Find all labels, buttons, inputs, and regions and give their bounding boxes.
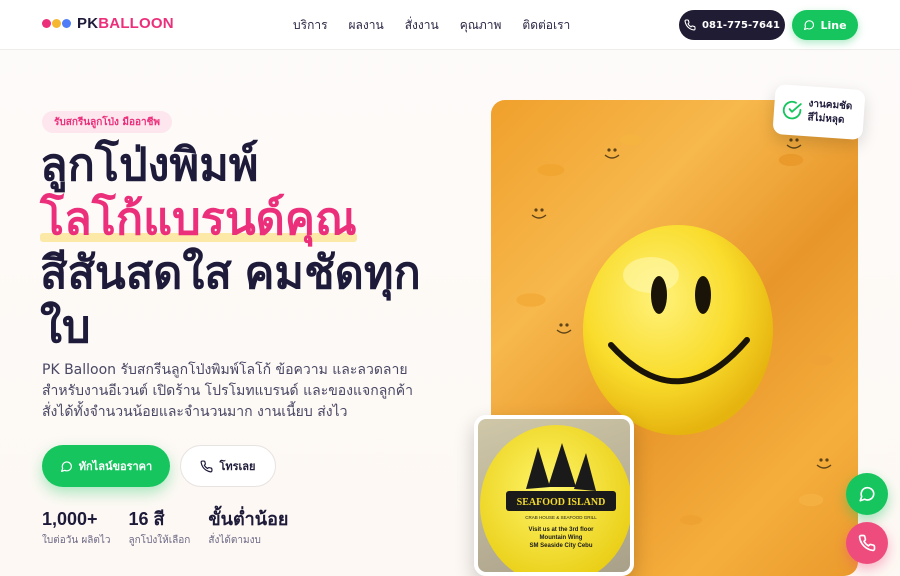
line-quote-button[interactable]: ทักไลน์ขอราคา [42, 445, 170, 487]
header-line-button[interactable]: Line [792, 10, 858, 40]
phone-icon [858, 534, 876, 552]
hero-badge: รับสกรีนลูกโป่ง มืออาชีพ [42, 111, 172, 133]
print-sub: CRAB HOUSE & SEAFOOD GRILL [525, 515, 597, 520]
chat-bubble-icon [804, 20, 815, 31]
nav-item-contact[interactable]: ติดต่อเรา [522, 16, 570, 35]
check-circle-icon [782, 100, 802, 120]
quality-badge-line1: งานคมชัด [808, 98, 853, 113]
header-phone-button[interactable]: 081-775-7641 [679, 10, 785, 40]
header-line-label: Line [820, 18, 847, 32]
quality-badge-line2: สีไม่หลุด [807, 112, 845, 126]
logo-balloons-icon [42, 19, 71, 28]
hero-title-line1: ลูกโป่งพิมพ์ [40, 139, 259, 190]
nav-item-services[interactable]: บริการ [293, 16, 328, 35]
stat-label: ลูกโป่งให้เลือก [128, 535, 191, 546]
print-brand: SEAFOOD ISLAND [517, 497, 606, 508]
chat-bubble-icon [859, 486, 875, 502]
line-quote-label: ทักไลน์ขอราคา [78, 460, 153, 473]
brand-name: PKBALLOON [77, 15, 174, 32]
print-line3: SM Seaside City Cebu [529, 543, 592, 549]
stat-number: 16 สี [128, 509, 165, 529]
hero-title: ลูกโป่งพิมพ์ โลโก้แบรนด์คุณ สีสันสดใส คม… [40, 138, 440, 354]
stats-row: 1,000+ ใบต่อวัน ผลิตไว 16 สี ลูกโป่งให้เ… [42, 507, 288, 548]
hero-title-line3: สีสันสดใส คมชัดทุกใบ [40, 247, 421, 352]
phone-icon [201, 459, 213, 472]
stat-item: 16 สี ลูกโป่งให้เลือก [129, 507, 191, 548]
print-line2: Mountain Wing [540, 535, 583, 541]
brand-logo[interactable]: PKBALLOON [42, 15, 174, 32]
site-header: PKBALLOON บริการ ผลงาน สั่งงาน คุณภาพ ติ… [0, 0, 900, 50]
nav-item-portfolio[interactable]: ผลงาน [349, 16, 384, 35]
stat-label: ใบต่อวัน ผลิตไว [42, 535, 111, 546]
main-nav: บริการ ผลงาน สั่งงาน คุณภาพ ติดต่อเรา [293, 16, 570, 35]
stat-number: 1,000+ [42, 509, 98, 529]
stat-item: ขั้นต่ำน้อย สั่งได้ตามงบ [208, 507, 288, 548]
phone-icon [684, 19, 696, 31]
call-now-label: โทรเลย [219, 460, 256, 473]
chat-bubble-icon [60, 460, 72, 472]
sample-print-photo: SEAFOOD ISLAND CRAB HOUSE & SEAFOOD GRIL… [474, 415, 634, 576]
hero-title-accent: โลโก้แบรนด์คุณ [40, 193, 357, 244]
stat-item: 1,000+ ใบต่อวัน ผลิตไว [42, 507, 111, 548]
stat-label: สั่งได้ตามงบ [208, 535, 261, 546]
nav-item-order[interactable]: สั่งงาน [405, 16, 439, 35]
printed-balloon-illustration: SEAFOOD ISLAND CRAB HOUSE & SEAFOOD GRIL… [480, 425, 630, 572]
hero-description: PK Balloon รับสกรีนลูกโป่งพิมพ์โลโก้ ข้อ… [42, 362, 414, 420]
stat-number: ขั้นต่ำน้อย [208, 509, 289, 529]
header-phone-label: 081-775-7641 [702, 19, 780, 31]
quality-badge: งานคมชัด สีไม่หลุด [772, 83, 866, 141]
floating-chat-button[interactable] [846, 473, 888, 515]
call-now-button[interactable]: โทรเลย [180, 445, 276, 487]
print-line1: Visit us at the 3rd floor [529, 527, 595, 533]
nav-item-quality[interactable]: คุณภาพ [460, 16, 502, 35]
floating-call-button[interactable] [846, 522, 888, 564]
